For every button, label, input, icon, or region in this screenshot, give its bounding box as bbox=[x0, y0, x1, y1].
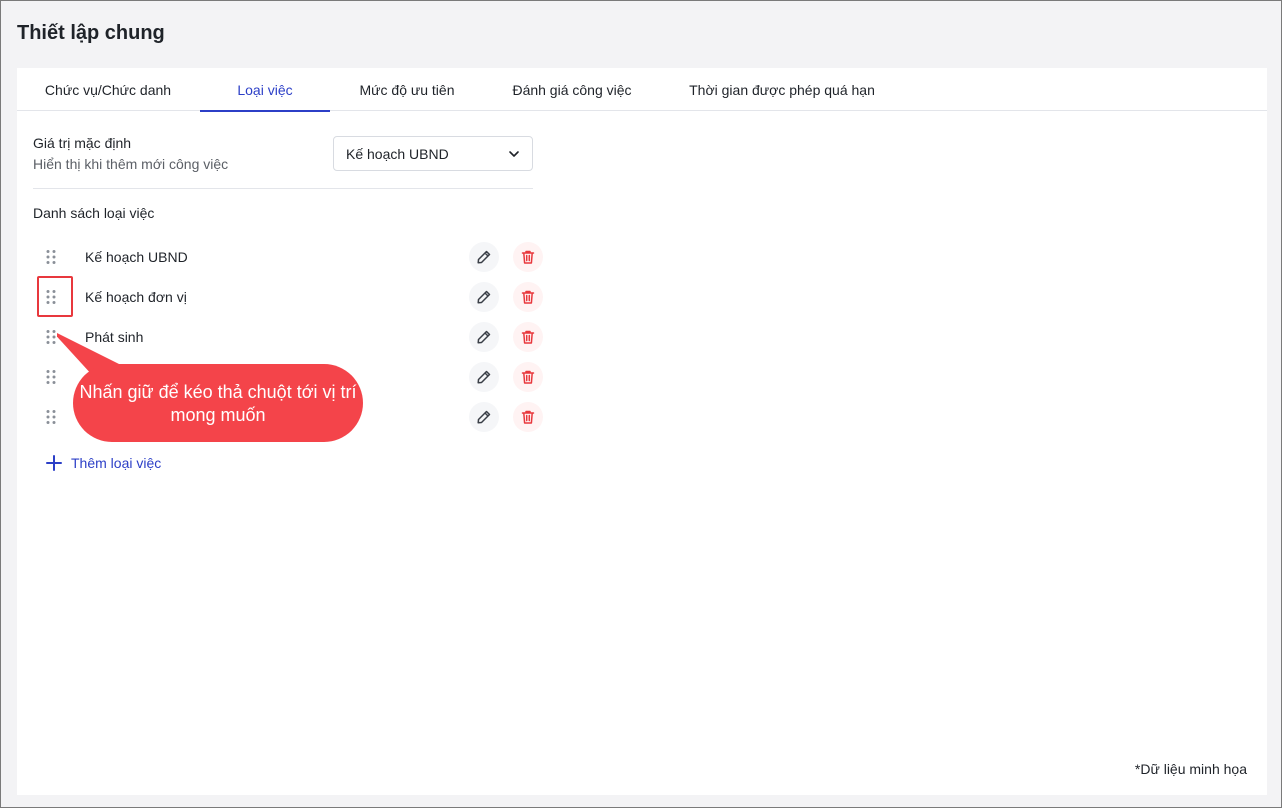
pencil-icon bbox=[477, 370, 491, 384]
trash-icon bbox=[521, 410, 535, 424]
delete-button[interactable] bbox=[513, 242, 543, 272]
add-task-type-button[interactable]: Thêm loại việc bbox=[45, 454, 161, 472]
plus-icon bbox=[46, 455, 62, 471]
delete-button[interactable] bbox=[513, 362, 543, 392]
edit-button[interactable] bbox=[469, 402, 499, 432]
trash-icon bbox=[521, 330, 535, 344]
task-type-row: Phát sinh bbox=[33, 317, 543, 357]
default-value-label: Giá trị mặc định bbox=[33, 135, 132, 151]
edit-button[interactable] bbox=[469, 322, 499, 352]
delete-button[interactable] bbox=[513, 282, 543, 312]
callout-text: Nhấn giữ để kéo thả chuột tới vị trí mon… bbox=[79, 382, 357, 425]
pencil-icon bbox=[477, 330, 491, 344]
drag-handle-icon[interactable] bbox=[45, 409, 57, 425]
tab-position-title[interactable]: Chức vụ/Chức danh bbox=[29, 68, 187, 111]
delete-button[interactable] bbox=[513, 402, 543, 432]
page-title: Thiết lập chung bbox=[17, 22, 165, 44]
task-type-row: Kế hoạch UBND bbox=[33, 237, 543, 277]
task-type-row: Kế hoạch đơn vị bbox=[33, 277, 543, 317]
tab-bar: Chức vụ/Chức danh Loại việc Mức độ ưu ti… bbox=[17, 68, 1267, 112]
default-value-select[interactable]: Kế hoạch UBND bbox=[333, 136, 533, 171]
edit-button[interactable] bbox=[469, 242, 499, 272]
task-type-label: Kế hoạch UBND bbox=[85, 249, 188, 265]
drag-handle-icon[interactable] bbox=[45, 369, 57, 385]
task-type-label: Kế hoạch đơn vị bbox=[85, 289, 187, 305]
edit-button[interactable] bbox=[469, 362, 499, 392]
tab-overdue-time[interactable]: Thời gian được phép quá hạn bbox=[672, 68, 892, 111]
footnote: *Dữ liệu minh họa bbox=[1134, 761, 1247, 777]
default-value-description: Hiển thị khi thêm mới công việc bbox=[33, 156, 229, 172]
drag-handle-icon[interactable] bbox=[45, 249, 57, 265]
drag-handle-icon[interactable] bbox=[45, 289, 57, 305]
app-frame: Thiết lập chung Chức vụ/Chức danh Loại v… bbox=[0, 0, 1282, 808]
task-type-label: Phát sinh bbox=[85, 329, 144, 345]
settings-card: Chức vụ/Chức danh Loại việc Mức độ ưu ti… bbox=[17, 68, 1267, 795]
pencil-icon bbox=[477, 410, 491, 424]
task-type-list-title: Danh sách loại việc bbox=[33, 205, 155, 221]
add-task-type-label: Thêm loại việc bbox=[71, 455, 162, 471]
chevron-down-icon bbox=[509, 151, 519, 157]
trash-icon bbox=[521, 250, 535, 264]
pencil-icon bbox=[477, 290, 491, 304]
tab-priority[interactable]: Mức độ ưu tiên bbox=[343, 68, 471, 111]
tab-task-type[interactable]: Loại việc bbox=[200, 68, 330, 112]
pencil-icon bbox=[477, 250, 491, 264]
delete-button[interactable] bbox=[513, 322, 543, 352]
trash-icon bbox=[521, 290, 535, 304]
section-divider bbox=[33, 188, 533, 189]
edit-button[interactable] bbox=[469, 282, 499, 312]
default-value-selected: Kế hoạch UBND bbox=[346, 145, 449, 162]
tab-task-evaluation[interactable]: Đánh giá công việc bbox=[489, 68, 655, 111]
drag-handle-icon[interactable] bbox=[45, 329, 57, 345]
trash-icon bbox=[521, 370, 535, 384]
